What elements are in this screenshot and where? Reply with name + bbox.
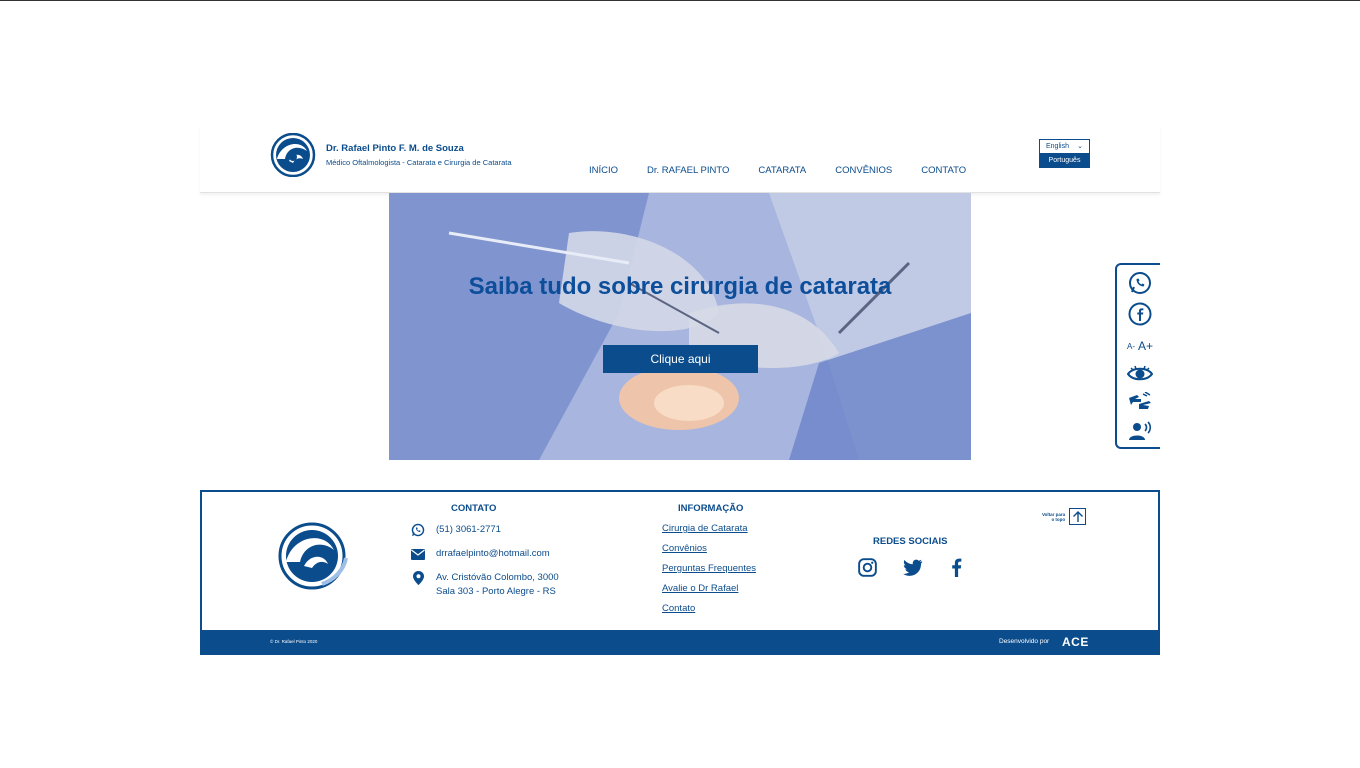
font-decrease-button[interactable]: A- [1127,342,1135,351]
info-link-avalie[interactable]: Avalie o Dr Rafael [662,583,738,594]
info-link-perguntas[interactable]: Perguntas Frequentes [662,563,756,574]
screen-reader-icon[interactable] [1127,419,1153,443]
copyright-text: © Dr. Rafael Pinto 2020 [270,639,318,644]
accessibility-bar: A- A+ [1115,263,1160,449]
font-size-icon[interactable]: A- A+ [1127,334,1153,358]
top-border [0,0,1360,1]
logo-icon[interactable] [267,133,319,177]
arrow-up-icon [1069,508,1087,525]
back-to-top-label-2: o topo [1051,516,1066,522]
brand-name: Dr. Rafael Pinto F. M. de Souza [326,143,464,154]
font-increase-button[interactable]: A+ [1138,339,1153,353]
hero-title: Saiba tudo sobre cirurgia de catarata [468,273,892,300]
info-link-contato[interactable]: Contato [662,603,695,614]
language-current-label: English [1046,143,1069,150]
email-address: drrafaelpinto@hotmail.com [436,548,550,559]
info-link-convenios[interactable]: Convênios [662,543,707,554]
email-icon [410,547,426,561]
nav-contato[interactable]: CONTATO [921,165,966,176]
back-to-top-button[interactable]: Voltar para o topo [1042,508,1087,525]
contact-title: CONTATO [451,503,497,514]
whatsapp-icon [410,523,426,537]
contrast-eye-icon[interactable] [1127,362,1153,386]
info-link-cirurgia[interactable]: Cirurgia de Catarata [662,523,748,534]
nav-dr-rafael-pinto[interactable]: Dr. RAFAEL PINTO [647,165,729,176]
facebook-icon[interactable] [1127,302,1153,326]
twitter-icon[interactable] [902,556,924,578]
contact-email[interactable]: drrafaelpinto@hotmail.com [410,547,550,561]
whatsapp-icon[interactable] [1127,271,1153,295]
site-header: Dr. Rafael Pinto F. M. de Souza Médico O… [200,125,1160,193]
instagram-icon[interactable] [856,556,878,578]
info-title: INFORMAÇÃO [678,503,744,514]
developer-logo[interactable]: ACE [1062,635,1089,649]
footer-bottom-bar: © Dr. Rafael Pinto 2020 Desenvolvido por… [200,630,1160,655]
address-line-2: Sala 303 - Porto Alegre - RS [436,586,556,597]
footer-logo-icon [278,522,348,590]
social-title: REDES SOCIAIS [873,536,948,547]
address-line-1: Av. Cristóvão Colombo, 3000 [436,572,559,583]
contact-phone[interactable]: (51) 3061-2771 [410,523,501,537]
developed-by-text: Desenvolvido por [999,638,1050,645]
nav-convenios[interactable]: CONVÊNIOS [835,165,892,176]
contact-address: Av. Cristóvão Colombo, 3000 Sala 303 - P… [410,571,559,599]
site-footer: CONTATO (51) 3061-2771 drrafaelpinto@hot… [200,490,1160,655]
chevron-down-icon: ⌄ [1077,143,1083,150]
brand-subtitle: Médico Oftalmologista - Catarata e Cirur… [326,158,512,167]
phone-number: (51) 3061-2771 [436,524,501,535]
language-selector[interactable]: English ⌄ Português [1039,139,1090,168]
hero-cta-button[interactable]: Clique aqui [603,345,758,373]
sign-language-icon[interactable] [1127,390,1153,414]
nav-inicio[interactable]: INÍCIO [589,165,618,176]
surgery-photo [389,193,971,460]
language-current[interactable]: English ⌄ [1039,139,1090,154]
location-pin-icon [410,571,426,585]
main-nav: INÍCIO Dr. RAFAEL PINTO CATARATA CONVÊNI… [589,165,995,176]
facebook-icon[interactable] [945,556,967,578]
language-option[interactable]: Português [1039,154,1090,168]
nav-catarata[interactable]: CATARATA [758,165,806,176]
hero-banner: Saiba tudo sobre cirurgia de catarata Cl… [389,193,971,460]
